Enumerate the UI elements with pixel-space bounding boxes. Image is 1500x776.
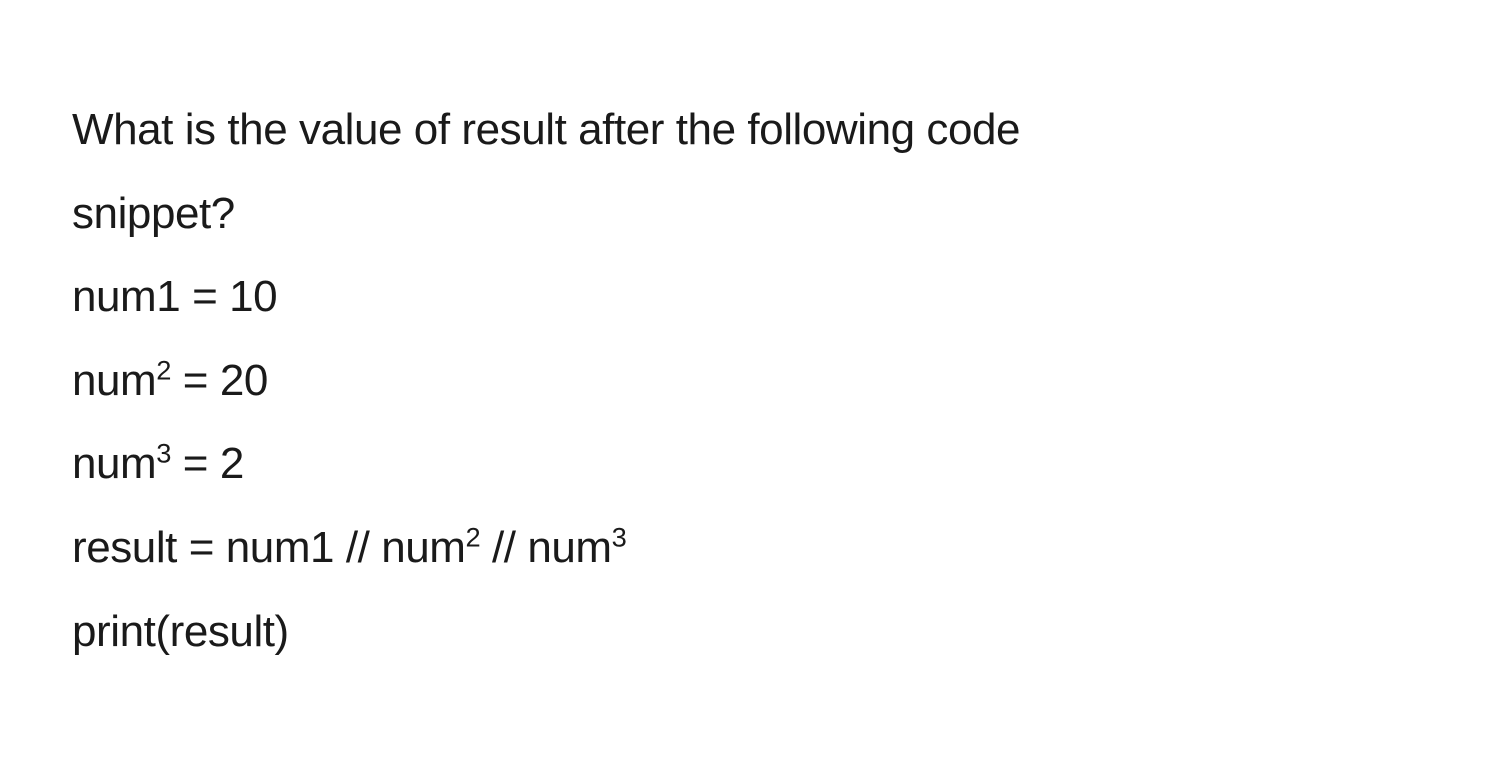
question-block: What is the value of result after the fo… (0, 0, 1500, 673)
code-text: num (72, 356, 156, 405)
superscript: 2 (466, 521, 481, 552)
question-line-2: snippet? (72, 172, 1428, 256)
code-text: // num (480, 523, 611, 572)
code-text: num (72, 439, 156, 488)
code-line-5: print(result) (72, 590, 1428, 674)
superscript: 2 (156, 354, 171, 385)
superscript: 3 (612, 521, 627, 552)
code-line-4: result = num1 // num2 // num3 (72, 506, 1428, 590)
superscript: 3 (156, 438, 171, 469)
code-text: = 2 (171, 439, 244, 488)
code-line-3: num3 = 2 (72, 422, 1428, 506)
question-line-1: What is the value of result after the fo… (72, 88, 1428, 172)
code-line-1: num1 = 10 (72, 255, 1428, 339)
code-text: = 20 (171, 356, 268, 405)
code-line-2: num2 = 20 (72, 339, 1428, 423)
code-text: result = num1 // num (72, 523, 466, 572)
